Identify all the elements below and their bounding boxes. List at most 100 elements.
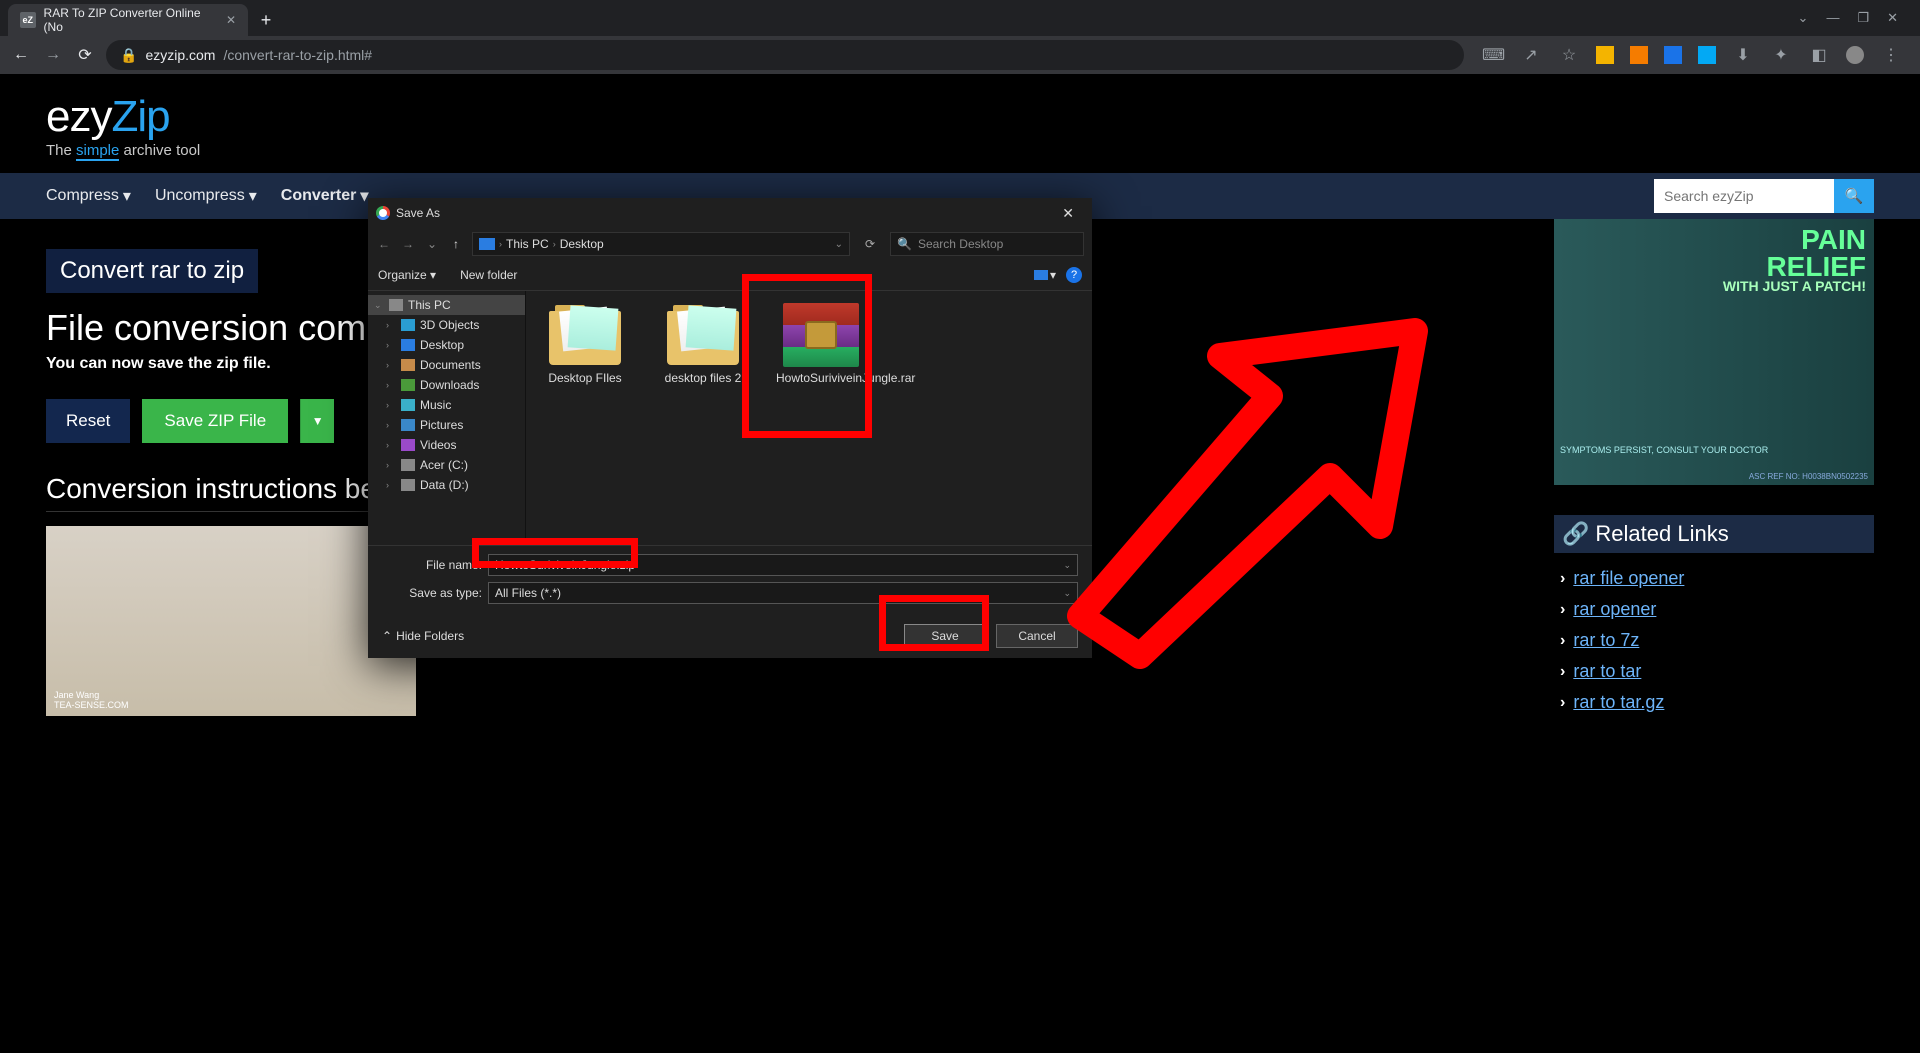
reset-button[interactable]: Reset bbox=[46, 399, 130, 443]
dialog-title: Save As bbox=[396, 206, 440, 220]
new-folder-button[interactable]: New folder bbox=[460, 268, 517, 282]
related-link[interactable]: rar opener bbox=[1573, 599, 1656, 620]
related-link-item[interactable]: › rar to tar bbox=[1560, 656, 1868, 687]
chevron-right-icon: › bbox=[1560, 632, 1565, 650]
ad-banner[interactable]: Jane WangTEA-SENSE.COM bbox=[46, 526, 416, 716]
site-tagline: The simple archive tool bbox=[46, 142, 1874, 159]
menu-icon[interactable]: ⋮ bbox=[1880, 45, 1902, 65]
chevron-right-icon: › bbox=[1560, 694, 1565, 712]
nav-back-icon[interactable]: ← bbox=[376, 237, 392, 251]
folder-search-input[interactable]: 🔍 Search Desktop bbox=[890, 232, 1084, 256]
tree-item[interactable]: ›Pictures bbox=[368, 415, 525, 435]
filename-label: File name: bbox=[382, 558, 482, 572]
extension-icon[interactable] bbox=[1630, 46, 1648, 64]
file-list[interactable]: Desktop FIles desktop files 2 HowtoSuriviv… bbox=[526, 291, 1092, 545]
filename-input[interactable]: HowtoSuriviveinJungle.zip⌄ bbox=[488, 554, 1078, 576]
related-link[interactable]: rar file opener bbox=[1573, 568, 1684, 589]
related-link-item[interactable]: › rar to tar.gz bbox=[1560, 687, 1868, 718]
close-tab-icon[interactable]: ✕ bbox=[226, 13, 236, 27]
extension-icon[interactable] bbox=[1698, 46, 1716, 64]
related-link-item[interactable]: › rar opener bbox=[1560, 594, 1868, 625]
favicon-icon: eZ bbox=[20, 12, 36, 28]
browser-tab-bar: eZ RAR To ZIP Converter Online (No ✕ + ⌄… bbox=[0, 0, 1920, 36]
tab-title: RAR To ZIP Converter Online (No bbox=[44, 6, 218, 34]
related-link-item[interactable]: ›rar file opener bbox=[1560, 563, 1868, 594]
pc-icon bbox=[479, 238, 495, 250]
folder-item[interactable]: Desktop FIles bbox=[540, 301, 630, 385]
tree-item[interactable]: ›Videos bbox=[368, 435, 525, 455]
related-link[interactable]: rar to tar.gz bbox=[1573, 692, 1664, 713]
related-link-item[interactable]: › rar to 7z bbox=[1560, 625, 1868, 656]
forward-icon: → bbox=[42, 46, 64, 64]
hide-folders-toggle[interactable]: ⌃ Hide Folders bbox=[382, 629, 464, 643]
organize-menu[interactable]: Organize ▾ bbox=[378, 268, 436, 282]
window-dropdown-icon[interactable]: ⌄ bbox=[1798, 10, 1809, 26]
site-search-input[interactable] bbox=[1654, 179, 1834, 213]
folder-icon bbox=[401, 339, 415, 351]
chevron-right-icon: › bbox=[1560, 601, 1565, 619]
back-icon[interactable]: ← bbox=[10, 46, 32, 64]
folder-icon bbox=[401, 379, 415, 391]
help-icon[interactable]: ? bbox=[1066, 267, 1082, 283]
related-links-heading: 🔗 Related Links bbox=[1554, 515, 1874, 553]
link-icon: 🔗 bbox=[1562, 521, 1589, 547]
chevron-down-icon[interactable]: ⌄ bbox=[835, 239, 843, 250]
nav-compress[interactable]: Compress▾ bbox=[46, 186, 131, 206]
related-link[interactable]: rar to 7z bbox=[1573, 630, 1639, 651]
nav-up-icon[interactable]: ↑ bbox=[448, 237, 464, 251]
save-as-dialog: Save As ✕ ← → ⌄ ↑ › This PC › Desktop ⌄ … bbox=[368, 198, 1092, 658]
refresh-icon[interactable]: ⟳ bbox=[858, 237, 882, 251]
tree-item[interactable]: ›Documents bbox=[368, 355, 525, 375]
download-icon[interactable]: ⬇ bbox=[1732, 45, 1754, 65]
nav-forward-icon[interactable]: → bbox=[400, 237, 416, 251]
extension-icon[interactable] bbox=[1596, 46, 1614, 64]
save-zip-button[interactable]: Save ZIP File bbox=[142, 399, 288, 443]
folder-item[interactable]: desktop files 2 bbox=[658, 301, 748, 385]
url-path: /convert-rar-to-zip.html# bbox=[223, 47, 372, 63]
window-maximize-icon[interactable]: ❐ bbox=[1857, 10, 1869, 26]
window-close-icon[interactable]: ✕ bbox=[1887, 10, 1898, 26]
tree-item[interactable]: ›Data (D:) bbox=[368, 475, 525, 495]
tree-item[interactable]: ⌄This PC bbox=[368, 295, 525, 315]
filetype-select[interactable]: All Files (*.*)⌄ bbox=[488, 582, 1078, 604]
nav-recent-icon[interactable]: ⌄ bbox=[424, 237, 440, 251]
search-icon: 🔍 bbox=[1845, 188, 1864, 205]
tree-item[interactable]: ›3D Objects bbox=[368, 315, 525, 335]
folder-icon bbox=[401, 479, 415, 491]
folder-tree[interactable]: ⌄This PC›3D Objects›Desktop›Documents›Do… bbox=[368, 291, 526, 545]
key-icon[interactable]: ⌨ bbox=[1482, 45, 1504, 65]
url-field[interactable]: 🔒 ezyzip.com/convert-rar-to-zip.html# bbox=[106, 40, 1464, 70]
folder-icon bbox=[401, 459, 415, 471]
reload-icon[interactable]: ⟳ bbox=[74, 45, 96, 65]
chevron-down-icon: ▾ bbox=[123, 186, 131, 206]
tree-item[interactable]: ›Acer (C:) bbox=[368, 455, 525, 475]
share-icon[interactable]: ↗ bbox=[1520, 45, 1542, 65]
cancel-button[interactable]: Cancel bbox=[996, 624, 1078, 648]
save-button[interactable]: Save bbox=[904, 624, 986, 648]
related-link[interactable]: rar to tar bbox=[1573, 661, 1641, 682]
file-rar[interactable]: HowtoSuriviveinJungle.rar bbox=[776, 301, 866, 385]
site-logo[interactable]: ezyZip bbox=[46, 92, 1874, 142]
dialog-close-icon[interactable]: ✕ bbox=[1052, 203, 1084, 224]
profile-avatar[interactable] bbox=[1846, 46, 1864, 64]
save-zip-dropdown[interactable]: ▼ bbox=[300, 399, 334, 443]
search-icon: 🔍 bbox=[897, 237, 912, 251]
nav-uncompress[interactable]: Uncompress▾ bbox=[155, 186, 257, 206]
bookmark-icon[interactable]: ☆ bbox=[1558, 45, 1580, 65]
tree-item[interactable]: ›Desktop bbox=[368, 335, 525, 355]
view-mode-icon[interactable]: ▾ bbox=[1034, 268, 1056, 282]
window-minimize-icon[interactable]: — bbox=[1826, 10, 1839, 26]
sidepanel-icon[interactable]: ◧ bbox=[1808, 45, 1830, 65]
tree-item[interactable]: ›Downloads bbox=[368, 375, 525, 395]
extension-icon[interactable] bbox=[1664, 46, 1682, 64]
folder-icon bbox=[401, 399, 415, 411]
site-search-button[interactable]: 🔍 bbox=[1834, 179, 1874, 213]
tree-item[interactable]: ›Music bbox=[368, 395, 525, 415]
extensions-icon[interactable]: ✦ bbox=[1770, 45, 1792, 65]
ad-sidebar[interactable]: PAIN RELIEF WITH JUST A PATCH! SYMPTOMS … bbox=[1554, 219, 1874, 485]
browser-tab[interactable]: eZ RAR To ZIP Converter Online (No ✕ bbox=[8, 4, 248, 36]
nav-converter[interactable]: Converter▾ bbox=[281, 186, 369, 206]
breadcrumb[interactable]: › This PC › Desktop ⌄ bbox=[472, 232, 850, 256]
new-tab-button[interactable]: + bbox=[252, 6, 280, 34]
chevron-right-icon: › bbox=[1560, 663, 1565, 681]
